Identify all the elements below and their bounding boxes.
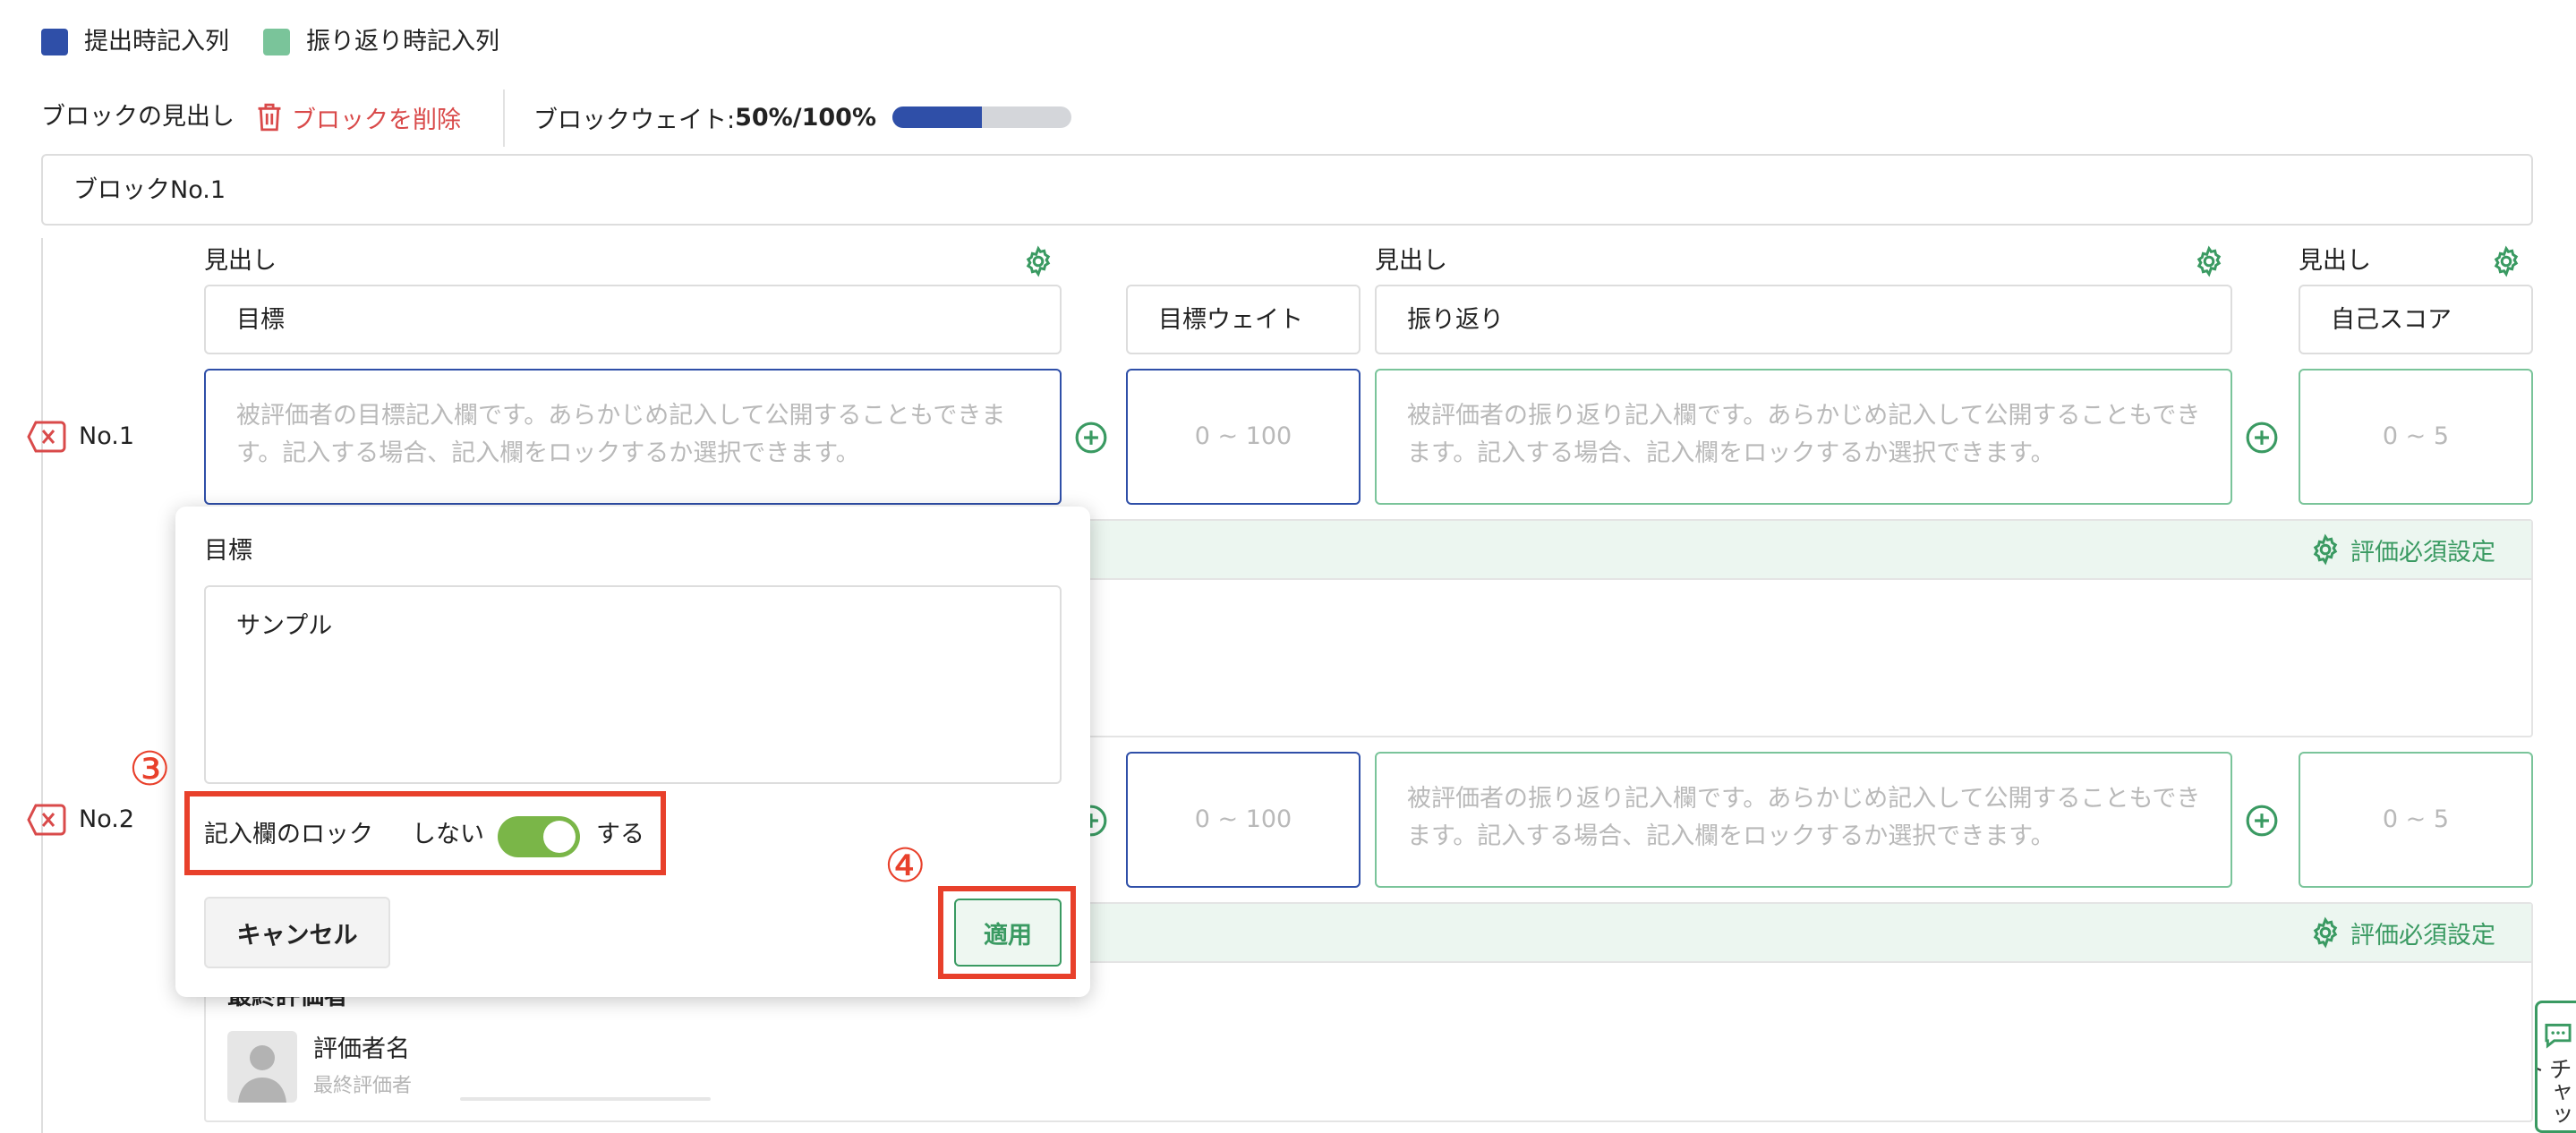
row2-score-input[interactable]: 0 ~ 5	[2299, 752, 2533, 888]
gear-icon	[2313, 916, 2338, 949]
row1-required-setting-button[interactable]: 評価必須設定	[2309, 532, 2495, 567]
col1-gear-icon[interactable]	[1022, 245, 1054, 277]
row2-weight-placeholder: 0 ~ 100	[1194, 805, 1292, 833]
block-heading-label: ブロックの見出し	[41, 103, 235, 131]
row1-remove-button[interactable]	[27, 419, 68, 455]
annotation-step-3: ③	[129, 743, 171, 797]
col3-gear-icon[interactable]	[2193, 245, 2225, 277]
row2-review-input[interactable]: 被評価者の振り返り記入欄です。あらかじめ記入して公開することもできます。記入する…	[1375, 752, 2232, 888]
block-left-line	[41, 238, 43, 1133]
row2-required-setting-label: 評価必須設定	[2350, 921, 2495, 950]
row1-required-setting-label: 評価必須設定	[2350, 538, 2495, 566]
legend-swatch-submit	[41, 29, 68, 55]
weight-header-label: 目標ウェイト	[1158, 306, 1303, 334]
weight-header: 目標ウェイト	[1126, 285, 1361, 354]
col1-heading-value: 目標	[236, 306, 285, 334]
popover-textarea-value: サンプル	[236, 612, 333, 640]
row2-remove-button[interactable]	[27, 802, 68, 838]
row1-label: No.1	[79, 422, 135, 450]
block-weight-label: ブロックウェイト:	[533, 106, 736, 134]
popover-title: 目標	[204, 537, 252, 565]
row2-score-placeholder: 0 ~ 5	[2382, 805, 2450, 833]
block-weight-bar	[892, 106, 1072, 128]
row2-weight-input[interactable]: 0 ~ 100	[1126, 752, 1361, 888]
col1-heading: 見出し	[204, 247, 277, 275]
chat-icon	[2545, 1023, 2572, 1049]
block-weight: ブロックウェイト: 50%/100%	[533, 98, 1072, 136]
legend-label-submit: 提出時記入列	[84, 28, 229, 55]
trash-icon	[258, 103, 281, 132]
row1-add-review-icon[interactable]	[2245, 421, 2279, 455]
row1-review-placeholder: 被評価者の振り返り記入欄です。あらかじめ記入して公開することもできます。記入する…	[1407, 402, 2201, 467]
block-name-value: ブロックNo.1	[73, 176, 226, 204]
apply-highlight-box	[938, 886, 1076, 979]
header-divider	[503, 89, 505, 147]
legend-label-review: 振り返り時記入列	[306, 28, 499, 55]
col4-gear-icon[interactable]	[2490, 245, 2522, 277]
block-weight-bar-fill	[892, 106, 983, 128]
block-name-input[interactable]: ブロックNo.1	[41, 154, 2533, 226]
row1-weight-placeholder: 0 ~ 100	[1194, 422, 1292, 450]
row2-review-placeholder: 被評価者の振り返り記入欄です。あらかじめ記入して公開することもできます。記入する…	[1407, 785, 2201, 850]
cancel-button[interactable]: キャンセル	[204, 897, 390, 968]
row1-review-input[interactable]: 被評価者の振り返り記入欄です。あらかじめ記入して公開することもできます。記入する…	[1375, 369, 2232, 505]
col4-heading: 見出し	[2299, 247, 2371, 275]
cancel-button-label: キャンセル	[236, 921, 358, 950]
row1-goal-placeholder: 被評価者の目標記入欄です。あらかじめ記入して公開することもできます。記入する場合…	[236, 402, 1006, 467]
remove-icon	[27, 804, 66, 836]
remove-icon	[27, 421, 66, 453]
final-evaluator-name: 評価者名	[313, 1035, 410, 1063]
delete-block-button[interactable]: ブロックを削除	[254, 98, 461, 136]
chat-tab-label: チャット	[2538, 1057, 2572, 1127]
final-evaluator-role: 最終評価者	[313, 1075, 413, 1097]
chat-tab[interactable]: チャット	[2535, 1001, 2576, 1133]
annotation-step-4: ④	[884, 839, 926, 893]
lock-highlight-box	[184, 791, 666, 875]
row2-label: No.2	[79, 805, 135, 833]
legend-swatch-review	[263, 29, 290, 55]
row2-add-review-icon[interactable]	[2245, 804, 2279, 838]
col3-heading-input[interactable]: 振り返り	[1375, 285, 2232, 354]
col4-heading-input[interactable]: 自己スコア	[2299, 285, 2533, 354]
col1-heading-input[interactable]: 目標	[204, 285, 1062, 354]
avatar	[227, 1031, 297, 1103]
delete-block-label: ブロックを削除	[292, 106, 461, 134]
block-weight-value: 50%/100%	[735, 103, 877, 132]
row1-score-placeholder: 0 ~ 5	[2382, 422, 2450, 450]
row1-add-goal-icon[interactable]	[1074, 421, 1108, 455]
row1-goal-input[interactable]: 被評価者の目標記入欄です。あらかじめ記入して公開することもできます。記入する場合…	[204, 369, 1062, 505]
popover-textarea[interactable]: サンプル	[204, 585, 1062, 784]
gear-icon	[2313, 533, 2338, 566]
col3-heading-value: 振り返り	[1407, 306, 1504, 334]
row2-required-setting-button[interactable]: 評価必須設定	[2309, 915, 2495, 950]
legend: 提出時記入列 振り返り時記入列	[39, 25, 576, 61]
col4-heading-value: 自己スコア	[2331, 306, 2452, 334]
col3-heading: 見出し	[1375, 247, 1447, 275]
row1-score-input[interactable]: 0 ~ 5	[2299, 369, 2533, 505]
row1-weight-input[interactable]: 0 ~ 100	[1126, 369, 1361, 505]
user-icon	[238, 1045, 286, 1103]
final-evaluator-line	[460, 1097, 711, 1101]
